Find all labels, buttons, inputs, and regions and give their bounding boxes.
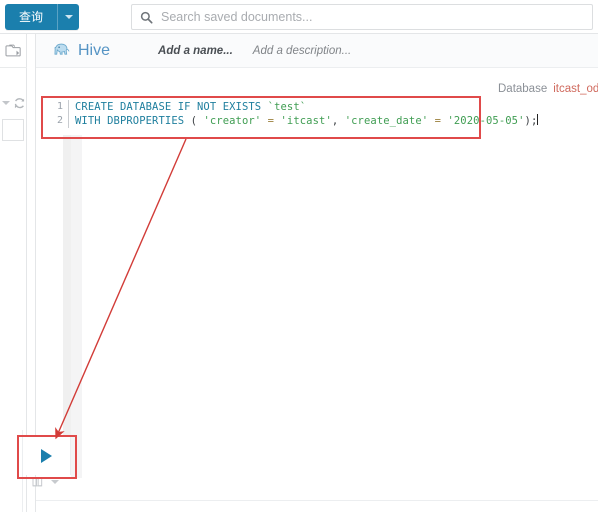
token-pl: ); (524, 115, 538, 127)
code-text[interactable]: WITH DBPROPERTIES ( 'creator' = 'itcast'… (75, 114, 539, 128)
token-str: 'create_date' (344, 115, 429, 127)
token-str: 'itcast' (280, 115, 332, 127)
document-description-input[interactable]: Add a description... (253, 45, 351, 57)
search-icon (140, 11, 153, 24)
chevron-down-icon (64, 15, 73, 19)
document-header: Hive Add a name... Add a description... (36, 34, 598, 68)
chart-book-icon (32, 477, 43, 487)
token-pl: , (331, 115, 345, 127)
database-value[interactable]: itcast_od (553, 83, 598, 95)
hive-elephant-icon (54, 43, 70, 55)
query-button-label[interactable]: 查询 (5, 4, 57, 30)
token-op: = (428, 115, 448, 127)
token-pl: ( (190, 115, 204, 127)
annotation-arrow-layer (55, 138, 187, 440)
rail-filter-input[interactable] (2, 119, 24, 141)
chevron-down-icon (51, 480, 59, 484)
documents-folder-icon (5, 44, 21, 57)
database-selector[interactable]: Database itcast_od (498, 80, 598, 98)
gutter-divider (68, 100, 69, 114)
result-chart-toggle[interactable] (32, 474, 72, 490)
editor-side-shade (71, 130, 82, 478)
execute-query-button[interactable] (23, 437, 71, 475)
hue-hive-editor-screen: 查询 Search saved documents... Hive Add a … (0, 0, 598, 512)
refresh-control[interactable] (0, 92, 27, 114)
sql-code-editor[interactable]: 1 CREATE DATABASE IF NOT EXISTS `test` 2 WI… (44, 100, 539, 135)
line-number: 2 (56, 115, 63, 126)
play-execute-icon (41, 449, 52, 463)
code-text[interactable]: CREATE DATABASE IF NOT EXISTS `test` (75, 100, 306, 114)
search-input[interactable] (161, 10, 584, 24)
code-line[interactable]: 1 CREATE DATABASE IF NOT EXISTS `test` (44, 100, 478, 114)
token-str: '2020-05-05' (447, 115, 525, 127)
refresh-icon (14, 97, 24, 108)
documents-panel-toggle[interactable] (0, 34, 27, 68)
bottom-divider (36, 500, 598, 501)
search-bar[interactable] (131, 4, 593, 30)
token-kw: CREATE DATABASE IF NOT EXISTS (75, 101, 268, 113)
query-button-dropdown[interactable] (57, 4, 79, 30)
token-kw: WITH DBPROPERTIES (75, 115, 191, 127)
token-op: = (261, 115, 281, 127)
line-number: 1 (56, 101, 63, 112)
hive-brand: Hive (52, 42, 110, 60)
chevron-down-icon (1, 101, 10, 105)
top-bar: 查询 (0, 0, 598, 34)
code-line[interactable]: 2 WITH DBPROPERTIES ( 'creator' = 'itcast… (44, 114, 539, 128)
database-label: Database (498, 83, 548, 95)
token-str: 'creator' (203, 115, 262, 127)
gutter-divider (68, 114, 69, 128)
text-caret (537, 114, 539, 125)
token-str: `test` (267, 101, 307, 113)
app-name: Hive (78, 41, 111, 59)
query-split-button[interactable]: 查询 (5, 4, 80, 30)
document-name-input[interactable]: Add a name... (158, 45, 233, 57)
